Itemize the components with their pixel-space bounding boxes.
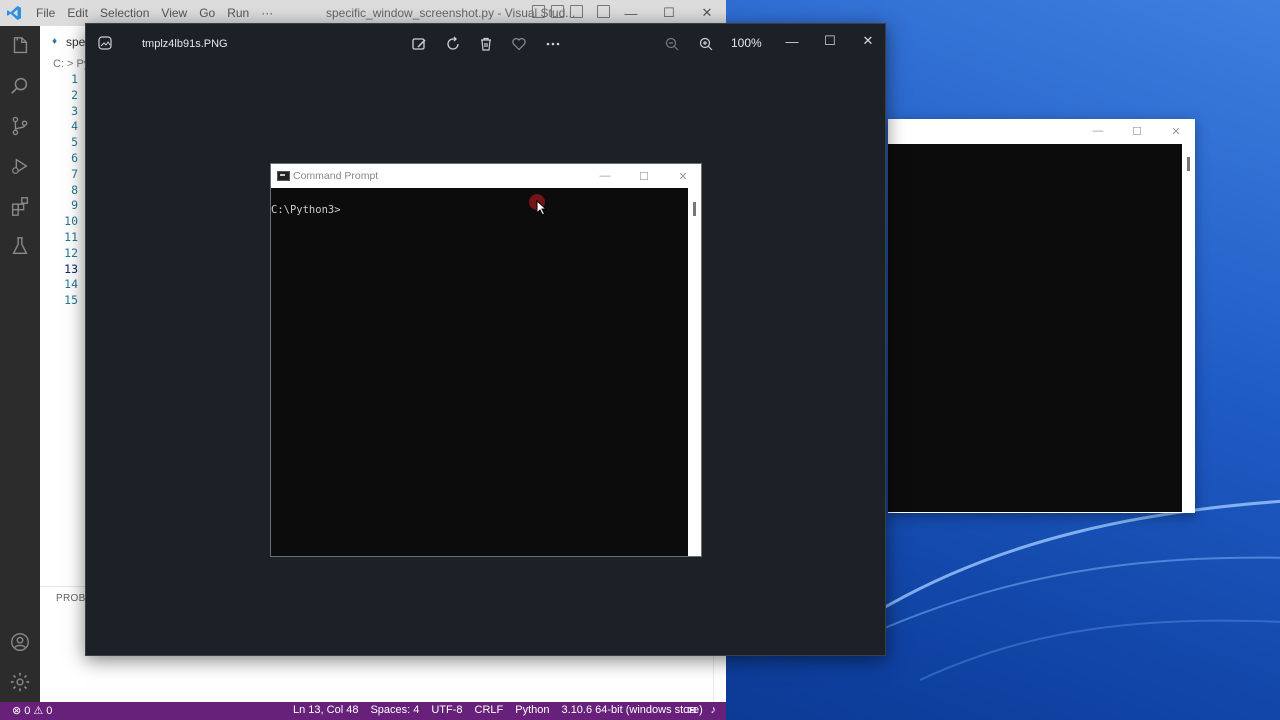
notifications-bell-icon[interactable]: ♪ — [711, 704, 717, 717]
close-button[interactable]: ✕ — [1165, 123, 1187, 139]
menu-edit[interactable]: Edit — [61, 6, 94, 20]
cmd-console: C:\Python3> — [271, 188, 688, 556]
zoom-out-icon[interactable] — [663, 35, 681, 53]
warning-icon: ⚠ — [33, 705, 44, 717]
python-file-icon: ♦ — [52, 36, 58, 47]
activity-bar — [0, 26, 40, 702]
language-mode[interactable]: Python — [515, 704, 549, 716]
line-number: 6 — [71, 150, 78, 165]
toggle-panel-icon[interactable] — [551, 5, 564, 18]
minimize-button[interactable]: — — [1087, 123, 1109, 139]
line-number: 14 — [64, 277, 78, 292]
error-icon: ⊗ — [12, 705, 22, 717]
source-control-icon[interactable] — [8, 114, 32, 138]
menu-selection[interactable]: Selection — [94, 6, 155, 20]
tab-label: spe — [66, 35, 86, 49]
line-number: 12 — [64, 245, 78, 260]
toggle-sidebar-icon[interactable] — [532, 5, 545, 18]
line-number: 1 — [71, 72, 78, 86]
line-number: 7 — [71, 166, 78, 181]
scrollbar-thumb[interactable] — [1187, 157, 1190, 171]
command-prompt-image: Command Prompt — ☐ ✕ C:\Python3> — [270, 163, 702, 557]
line-number-gutter: 1 2 3 4 5 6 7 8 9 10 11 12 13 14 15 — [40, 72, 78, 309]
customize-layout-icon[interactable] — [597, 5, 610, 18]
explorer-icon[interactable] — [8, 34, 32, 58]
run-debug-icon[interactable] — [8, 154, 32, 178]
encoding[interactable]: UTF-8 — [431, 704, 462, 716]
line-number: 15 — [64, 293, 78, 308]
line-number: 4 — [71, 119, 78, 134]
minimize-icon: — — [599, 170, 611, 182]
vscode-logo-icon — [0, 0, 28, 26]
line-number: 10 — [64, 214, 78, 229]
cmd-prompt: C:\Python3> — [271, 204, 341, 216]
menu-go[interactable]: Go — [193, 6, 221, 20]
extensions-icon[interactable] — [8, 194, 32, 218]
favorite-icon[interactable] — [510, 35, 528, 53]
toggle-secondary-sidebar-icon[interactable] — [570, 5, 583, 18]
settings-gear-icon[interactable] — [8, 670, 32, 694]
warning-count: 0 — [46, 704, 53, 717]
status-icons: ✉ ♪ — [687, 704, 716, 717]
line-number: 2 — [71, 87, 78, 102]
maximize-button[interactable]: ☐ — [815, 29, 845, 53]
console-area[interactable] — [888, 144, 1182, 512]
cmd-title: Command Prompt — [293, 170, 379, 182]
rotate-icon[interactable] — [444, 35, 462, 53]
line-number: 3 — [71, 103, 78, 118]
testing-icon[interactable] — [8, 234, 32, 258]
photos-app-icon — [98, 36, 112, 50]
status-bar: ⊗ 0 ⚠ 0 Ln 13, Col 48 Spaces: 4 UTF-8 CR… — [0, 702, 726, 720]
close-button[interactable]: ✕ — [853, 29, 883, 53]
delete-icon[interactable] — [477, 35, 495, 53]
close-icon: ✕ — [678, 170, 688, 183]
line-number: 5 — [71, 135, 78, 150]
status-items: Ln 13, Col 48 Spaces: 4 UTF-8 CRLF Pytho… — [293, 704, 703, 716]
zoom-level[interactable]: 100% — [731, 36, 762, 50]
line-number: 9 — [71, 198, 78, 213]
menu-run[interactable]: Run — [221, 6, 255, 20]
line-number-active: 13 — [64, 261, 78, 276]
more-icon[interactable] — [544, 35, 562, 53]
end-of-line[interactable]: CRLF — [475, 704, 504, 716]
cursor-position[interactable]: Ln 13, Col 48 — [293, 704, 358, 716]
image-filename: tmplz4lb91s.PNG — [142, 38, 228, 50]
menu-file[interactable]: File — [30, 6, 61, 20]
search-icon[interactable] — [8, 74, 32, 98]
cmd-scrollbar — [688, 188, 701, 556]
photos-toolbar: tmplz4lb91s.PNG 100% — ☐ ✕ — [86, 24, 886, 64]
cmd-scrollbar-thumb — [693, 202, 696, 216]
layout-controls — [532, 5, 610, 18]
menu-more[interactable]: ··· — [255, 6, 279, 20]
error-count: 0 — [24, 704, 31, 717]
background-command-prompt-window[interactable]: — ☐ ✕ — [888, 119, 1195, 513]
menu-bar: File Edit Selection View Go Run ··· — [30, 6, 279, 20]
mouse-pointer-icon — [536, 200, 548, 216]
cmd-titlebar: Command Prompt — ☐ ✕ — [271, 164, 701, 188]
problems-status[interactable]: ⊗ 0 ⚠ 0 — [12, 704, 53, 718]
zoom-in-icon[interactable] — [697, 35, 715, 53]
feedback-icon[interactable]: ✉ — [687, 704, 696, 717]
breadcrumb[interactable]: C: > Py — [53, 58, 89, 70]
maximize-icon: ☐ — [639, 170, 649, 183]
maximize-button[interactable]: ☐ — [1126, 123, 1148, 139]
menu-view[interactable]: View — [155, 6, 193, 20]
wallpaper-swoosh — [880, 499, 1280, 681]
accounts-icon[interactable] — [8, 630, 32, 654]
minimize-button[interactable]: — — [777, 29, 807, 53]
terminal-icon — [277, 171, 290, 181]
python-interpreter[interactable]: 3.10.6 64-bit (windows store) — [562, 704, 703, 716]
line-number: 11 — [64, 229, 78, 244]
edit-image-icon[interactable] — [410, 35, 428, 53]
indentation[interactable]: Spaces: 4 — [370, 704, 419, 716]
line-number: 8 — [71, 182, 78, 197]
